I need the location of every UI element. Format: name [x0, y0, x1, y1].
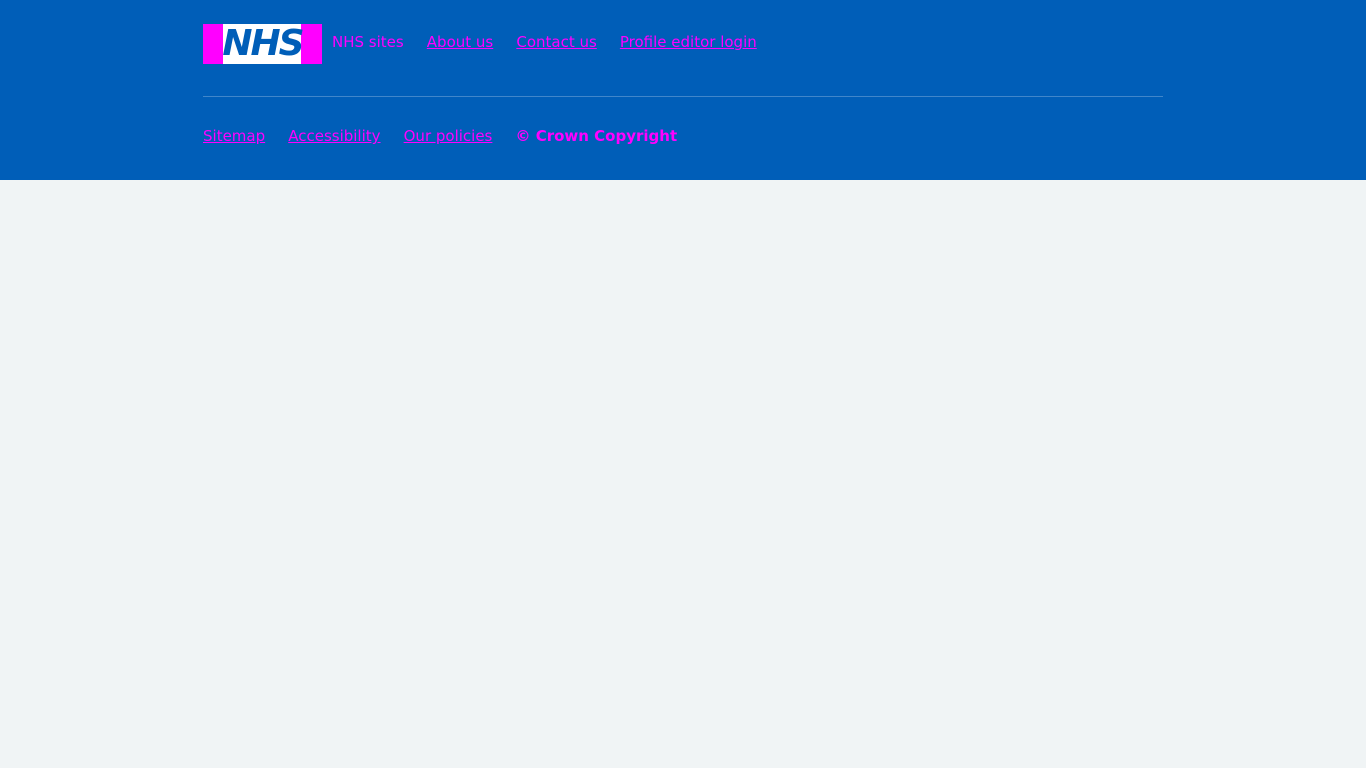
- footer-nav-item: Accessibility: [288, 124, 380, 148]
- nhs-logo[interactable]: NHS: [203, 24, 322, 64]
- footer-nav-item: About us: [427, 30, 493, 54]
- our-policies-link[interactable]: Our policies: [404, 127, 493, 145]
- sitemap-link[interactable]: Sitemap: [203, 127, 265, 145]
- footer-nav-item: Profile editor login: [620, 30, 757, 54]
- footer-nav-item: Our policies: [404, 124, 493, 148]
- footer-divider: [203, 96, 1163, 97]
- footer-nav-item: © Crown Copyright: [515, 124, 677, 148]
- footer-primary-nav: NHS sites About us Contact us Profile ed…: [332, 30, 775, 54]
- logo-text: NHS: [222, 24, 304, 64]
- page-body: [0, 180, 1366, 768]
- footer-nav-item: NHS sites: [332, 30, 404, 54]
- contact-us-link[interactable]: Contact us: [516, 33, 596, 51]
- site-footer: NHS NHS sites About us Contact us Profil…: [0, 0, 1366, 180]
- footer-nav-item: Contact us: [516, 30, 596, 54]
- copyright-text: © Crown Copyright: [515, 127, 678, 145]
- footer-nav-item: Sitemap: [203, 124, 265, 148]
- about-us-link[interactable]: About us: [427, 33, 493, 51]
- accessibility-link[interactable]: Accessibility: [288, 127, 380, 145]
- footer-container: NHS NHS sites About us Contact us Profil…: [203, 0, 1163, 180]
- profile-editor-login-link[interactable]: Profile editor login: [620, 33, 757, 51]
- footer-secondary-nav: Sitemap Accessibility Our policies © Cro…: [203, 124, 695, 148]
- nhs-sites-link[interactable]: NHS sites: [332, 33, 404, 51]
